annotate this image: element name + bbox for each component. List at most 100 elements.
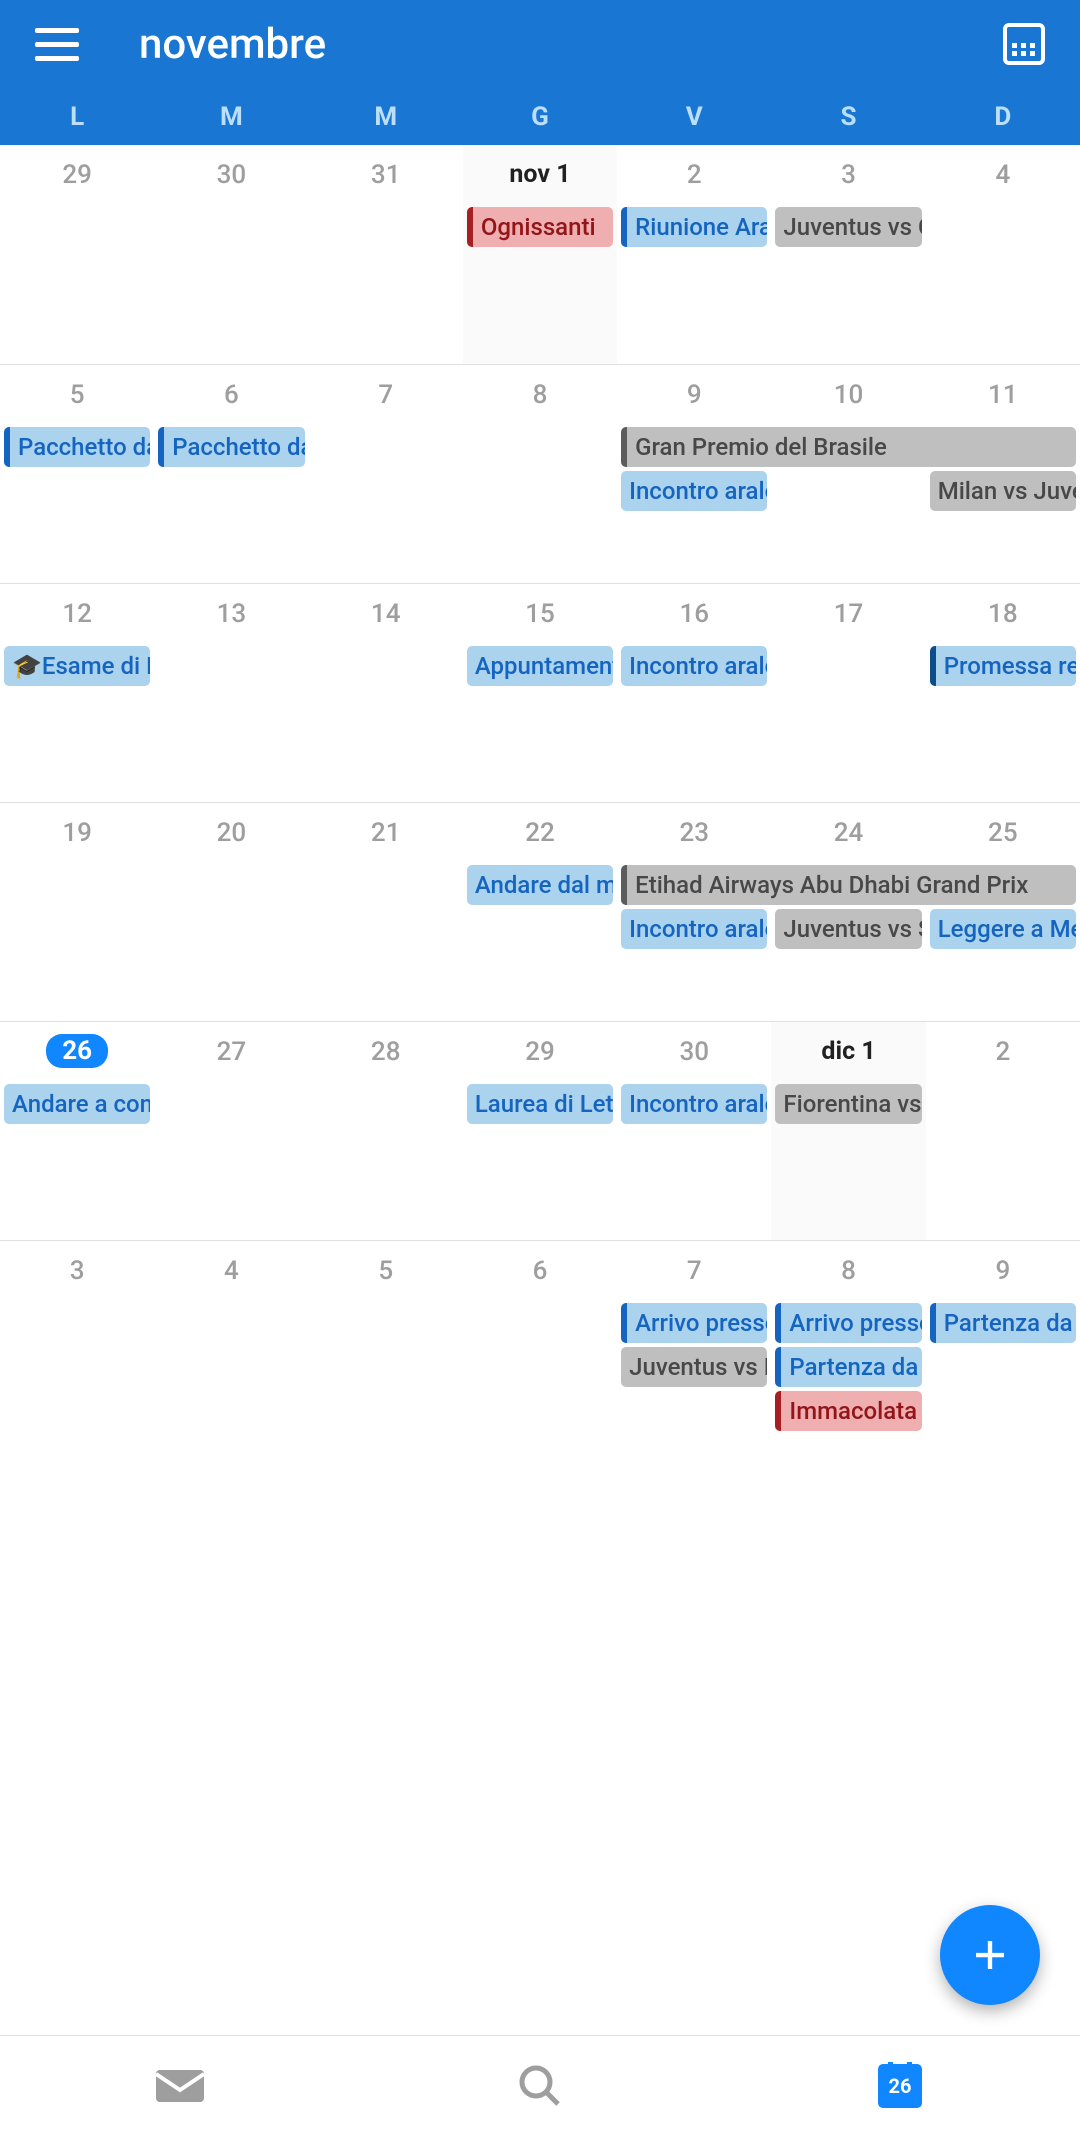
day-number: 8 [463, 365, 617, 410]
day-number: 23 [617, 803, 771, 848]
day-number: 13 [154, 584, 308, 629]
day-cell[interactable]: 18 [926, 584, 1080, 802]
calendar-event[interactable]: Ognissanti [467, 207, 613, 247]
day-number: 25 [926, 803, 1080, 848]
day-cell[interactable]: 9 [926, 1241, 1080, 1459]
day-cell[interactable]: 3 [0, 1241, 154, 1459]
day-cell[interactable]: nov 1 [463, 145, 617, 364]
weekday-1: M [154, 102, 308, 132]
day-cell[interactable]: 6 [154, 365, 308, 583]
day-number: 4 [926, 145, 1080, 190]
day-cell[interactable]: 10 [771, 365, 925, 583]
calendar-event[interactable]: Gran Premio del Brasile [621, 427, 1076, 467]
day-cell[interactable]: 5 [0, 365, 154, 583]
calendar-today-icon: 26 [878, 2064, 922, 2108]
calendar-event[interactable]: Fiorentina vs [775, 1084, 921, 1124]
calendar-event[interactable]: Milan vs Juve [930, 471, 1076, 511]
day-number: 10 [771, 365, 925, 410]
day-cell[interactable]: 14 [309, 584, 463, 802]
week-row: 567891011Pacchetto daPacchetto daGran Pr… [0, 364, 1080, 583]
calendar-event[interactable]: Arrivo presso [621, 1303, 767, 1343]
day-number: 7 [309, 365, 463, 410]
mail-icon [156, 2066, 204, 2106]
day-cell[interactable]: 26 [0, 1022, 154, 1240]
top-bar: novembre [0, 0, 1080, 88]
day-number: 18 [926, 584, 1080, 629]
day-cell[interactable]: 28 [309, 1022, 463, 1240]
weekday-6: D [926, 102, 1080, 132]
day-cell[interactable]: 30 [617, 1022, 771, 1240]
calendar-event[interactable]: Etihad Airways Abu Dhabi Grand Prix [621, 865, 1076, 905]
day-cell[interactable]: 8 [463, 365, 617, 583]
day-cell[interactable]: 29 [463, 1022, 617, 1240]
menu-icon[interactable] [35, 28, 79, 61]
calendar-event[interactable]: Promessa re [930, 646, 1076, 686]
day-number: 11 [926, 365, 1080, 410]
weekday-0: L [0, 102, 154, 132]
day-number: 5 [309, 1241, 463, 1286]
calendar-event[interactable]: Juventus vs C [775, 207, 921, 247]
day-cell[interactable]: 13 [154, 584, 308, 802]
calendar-event[interactable]: Incontro aralc [621, 646, 767, 686]
day-number: 7 [617, 1241, 771, 1286]
calendar-event[interactable]: Riunione Aral [621, 207, 767, 247]
calendar-event[interactable]: Leggere a Me [930, 909, 1076, 949]
day-cell[interactable]: 5 [309, 1241, 463, 1459]
day-number: 31 [309, 145, 463, 190]
calendar-event[interactable]: Appuntamento [467, 646, 613, 686]
day-cell[interactable]: 7 [309, 365, 463, 583]
day-number: 21 [309, 803, 463, 848]
day-number: 30 [154, 145, 308, 190]
day-number: 20 [154, 803, 308, 848]
day-cell[interactable]: 2 [617, 145, 771, 364]
day-cell[interactable]: 21 [309, 803, 463, 1021]
day-cell[interactable]: 22 [463, 803, 617, 1021]
calendar-event[interactable]: Andare a com [4, 1084, 150, 1124]
day-cell[interactable]: 12 [0, 584, 154, 802]
calendar-event[interactable]: Juventus vs S [775, 909, 921, 949]
day-cell[interactable]: 2 [926, 1022, 1080, 1240]
day-cell[interactable]: dic 1 [771, 1022, 925, 1240]
day-cell[interactable]: 31 [309, 145, 463, 364]
calendar-event[interactable]: Pacchetto da [158, 427, 304, 467]
nav-search[interactable] [360, 2036, 720, 2135]
week-row: 293031nov 1234 OgnissantiRiunione AralJuv… [0, 145, 1080, 364]
day-cell[interactable]: 27 [154, 1022, 308, 1240]
calendar-event[interactable]: 🎓Esame di R [4, 646, 150, 686]
calendar-event[interactable]: Andare dal me [467, 865, 613, 905]
calendar-event[interactable]: Laurea di Leti [467, 1084, 613, 1124]
calendar-event[interactable]: Pacchetto da [4, 427, 150, 467]
add-event-fab[interactable] [940, 1905, 1040, 2005]
calendar-event[interactable]: Partenza da l [775, 1347, 921, 1387]
day-number: dic 1 [771, 1022, 925, 1066]
calendar-event[interactable]: Incontro aralc [621, 909, 767, 949]
calendar-event[interactable]: Partenza da S [930, 1303, 1076, 1343]
calendar-event[interactable]: Immacolata C [775, 1391, 921, 1431]
day-number: 12 [0, 584, 154, 629]
page-title: novembre [139, 20, 326, 69]
calendar-event[interactable]: Incontro aralc [621, 471, 767, 511]
day-cell[interactable]: 4 [926, 145, 1080, 364]
day-cell[interactable]: 29 [0, 145, 154, 364]
weekday-2: M [309, 102, 463, 132]
day-cell[interactable]: 3 [771, 145, 925, 364]
day-cell[interactable]: 6 [463, 1241, 617, 1459]
day-cell[interactable]: 19 [0, 803, 154, 1021]
calendar-event[interactable]: Arrivo presso [775, 1303, 921, 1343]
calendar-event[interactable]: Juventus vs Ir [621, 1347, 767, 1387]
datepicker-icon[interactable] [1003, 23, 1045, 65]
day-cell[interactable]: 30 [154, 145, 308, 364]
weekday-row: LMMGVSD [0, 88, 1080, 145]
nav-mail[interactable] [0, 2036, 360, 2135]
calendar-event[interactable]: Incontro aralc [621, 1084, 767, 1124]
day-cell[interactable]: 20 [154, 803, 308, 1021]
day-number: 2 [617, 145, 771, 190]
day-number: 29 [463, 1022, 617, 1067]
nav-calendar[interactable]: 26 [720, 2036, 1080, 2135]
day-cell[interactable]: 17 [771, 584, 925, 802]
day-cell[interactable]: 15 [463, 584, 617, 802]
day-cell[interactable]: 16 [617, 584, 771, 802]
bottom-nav: 26 [0, 2035, 1080, 2135]
day-cell[interactable]: 4 [154, 1241, 308, 1459]
day-number: 29 [0, 145, 154, 190]
